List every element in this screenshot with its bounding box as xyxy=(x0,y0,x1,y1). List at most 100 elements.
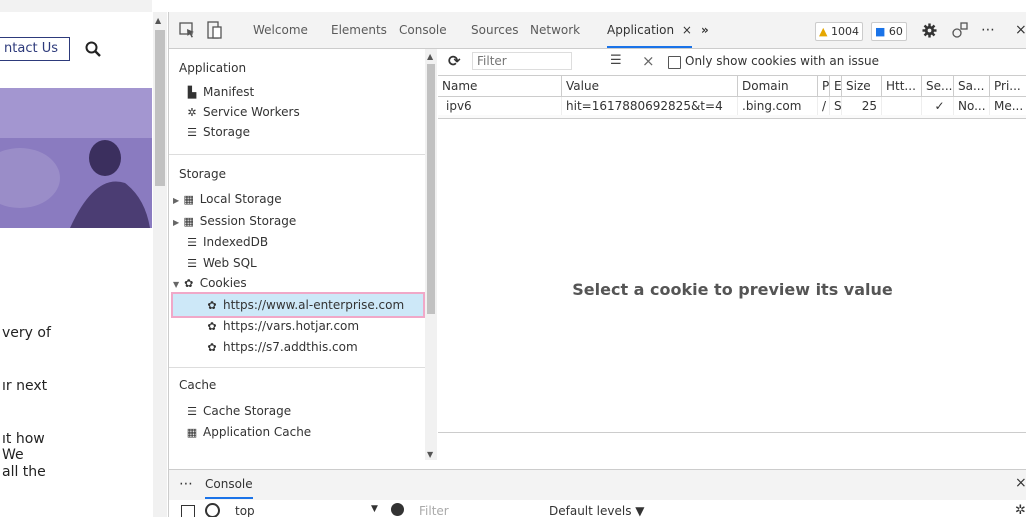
cookie-origin-addthis[interactable]: ✿ https://s7.addthis.com xyxy=(205,337,358,357)
sidebar-toggle-icon[interactable] xyxy=(181,505,195,517)
sidebar-item-label: https://s7.addthis.com xyxy=(223,340,358,354)
cookie-origin-hotjar[interactable]: ✿ https://vars.hotjar.com xyxy=(205,316,359,336)
warnings-count: 1004 xyxy=(830,25,859,38)
close-devtools-icon[interactable]: × xyxy=(1015,12,1026,48)
sidebar-scroll-up-icon[interactable]: ▲ xyxy=(427,52,433,61)
context-selector[interactable]: top xyxy=(235,504,255,517)
clear-filtered-cookies-icon[interactable]: ☰ xyxy=(610,53,622,68)
column-header-value[interactable]: Value xyxy=(562,76,738,96)
sidebar-item-application-cache[interactable]: ▦ Application Cache xyxy=(185,422,311,442)
database-icon: ☰ xyxy=(187,236,197,249)
cookies-toolbar: ⟳ ☰ × Only show cookies with an issue xyxy=(438,49,1026,76)
cookie-table-header: Name Value Domain P E. Size Htt... Se...… xyxy=(438,76,1026,97)
warning-icon: ▲ xyxy=(819,25,828,38)
column-header-path[interactable]: P xyxy=(818,76,830,96)
column-header-size[interactable]: Size xyxy=(842,76,882,96)
page-scrollbar-thumb[interactable] xyxy=(155,30,165,186)
cell-value: hit=1617880692825&t=4 xyxy=(562,97,738,115)
column-header-domain[interactable]: Domain xyxy=(738,76,818,96)
expand-arrow-icon[interactable]: ▶ xyxy=(173,196,182,205)
drawer-more-icon[interactable]: ⋯ xyxy=(179,476,193,492)
refresh-icon[interactable]: ⟳ xyxy=(448,52,461,70)
only-issues-checkbox[interactable] xyxy=(668,56,681,69)
sidebar-item-manifest[interactable]: ▙ Manifest xyxy=(185,82,254,102)
tab-sources[interactable]: Sources xyxy=(471,12,518,48)
page-text-line: ır next xyxy=(2,378,48,394)
more-options-icon[interactable]: ⋯ xyxy=(981,12,995,48)
device-toolbar-icon[interactable] xyxy=(207,21,223,39)
sidebar-item-label: https://www.al-enterprise.com xyxy=(223,298,405,312)
column-header-samesite[interactable]: Sa... xyxy=(954,76,990,96)
column-header-httponly[interactable]: Htt... xyxy=(882,76,922,96)
tab-network[interactable]: Network xyxy=(530,12,580,48)
messages-badge[interactable]: ■ 60 xyxy=(871,22,907,41)
log-levels-dropdown[interactable]: Default levels ▼ xyxy=(549,504,645,517)
gear-icon: ✲ xyxy=(187,106,197,119)
cookie-icon: ✿ xyxy=(207,341,217,354)
inspect-element-icon[interactable] xyxy=(179,22,196,38)
sidebar-item-storage[interactable]: ☰ Storage xyxy=(185,122,250,142)
sidebar-item-label: Service Workers xyxy=(203,105,300,119)
collapse-arrow-icon[interactable]: ▼ xyxy=(173,280,182,289)
cell-path: / xyxy=(818,97,830,115)
column-header-secure[interactable]: Se... xyxy=(922,76,954,96)
table-grid-icon: ▦ xyxy=(183,215,194,228)
contact-us-button[interactable]: ntact Us xyxy=(0,37,70,61)
tab-welcome[interactable]: Welcome xyxy=(253,12,308,48)
sidebar-item-indexeddb[interactable]: ☰ IndexedDB xyxy=(185,232,268,252)
sidebar-scrollbar-thumb[interactable] xyxy=(427,64,435,314)
sidebar-divider xyxy=(169,367,425,368)
cell-size: 25 xyxy=(842,97,882,115)
sidebar-item-label: Manifest xyxy=(203,85,255,99)
column-header-expires[interactable]: E. xyxy=(830,76,842,96)
sidebar-item-local-storage[interactable]: ▶ ▦ Local Storage xyxy=(173,189,282,209)
cell-expires: S. xyxy=(830,97,842,115)
devtools-tabbar: Welcome Elements Console Sources Network… xyxy=(169,12,1026,49)
context-dropdown-icon[interactable]: ▼ xyxy=(371,504,378,514)
table-row[interactable]: ipv6 hit=1617880692825&t=4 .bing.com / S… xyxy=(438,97,1026,115)
database-icon: ☰ xyxy=(187,126,197,139)
eye-icon[interactable] xyxy=(391,503,404,516)
sidebar-divider xyxy=(169,154,425,155)
sidebar-item-label: Web SQL xyxy=(203,256,257,270)
drawer-tab-console[interactable]: Console xyxy=(205,470,253,499)
expand-arrow-icon[interactable]: ▶ xyxy=(173,218,182,227)
sidebar-item-cookies[interactable]: ▼ ✿ Cookies xyxy=(173,273,247,293)
drawer-tabbar: ⋯ Console × xyxy=(169,469,1026,501)
cookie-icon: ✿ xyxy=(184,277,194,290)
cookie-origin-al-enterprise[interactable]: ✿ https://www.al-enterprise.com xyxy=(205,295,404,315)
sidebar-item-cache-storage[interactable]: ☰ Cache Storage xyxy=(185,401,291,421)
sidebar-item-label: https://vars.hotjar.com xyxy=(223,319,360,333)
clear-filter-icon[interactable]: × xyxy=(642,52,655,70)
message-icon: ■ xyxy=(875,25,886,38)
close-tab-icon[interactable]: × xyxy=(682,23,692,37)
console-toolbar: top ▼ Filter Default levels ▼ ✲ xyxy=(169,500,1026,517)
connections-icon[interactable] xyxy=(951,22,969,39)
settings-gear-icon[interactable] xyxy=(922,23,937,38)
cookie-filter-input[interactable] xyxy=(472,52,572,70)
devtools-panel: Welcome Elements Console Sources Network… xyxy=(168,12,1026,517)
console-filter-input[interactable]: Filter xyxy=(419,504,449,517)
cookie-icon: ✿ xyxy=(207,320,217,333)
tab-elements[interactable]: Elements xyxy=(331,12,387,48)
sidebar-item-session-storage[interactable]: ▶ ▦ Session Storage xyxy=(173,211,296,231)
close-drawer-icon[interactable]: × xyxy=(1015,475,1026,491)
clear-console-icon[interactable] xyxy=(205,503,220,517)
tab-console[interactable]: Console xyxy=(399,12,447,48)
search-icon[interactable] xyxy=(84,40,102,58)
table-grid-icon: ▦ xyxy=(183,193,194,206)
scroll-up-arrow-icon[interactable]: ▲ xyxy=(155,16,161,25)
sidebar-item-label: IndexedDB xyxy=(203,235,269,249)
sidebar-item-web-sql[interactable]: ☰ Web SQL xyxy=(185,253,257,273)
column-header-priority[interactable]: Pri... xyxy=(990,76,1026,96)
preview-divider xyxy=(438,432,1026,433)
column-header-name[interactable]: Name xyxy=(438,76,562,96)
warnings-badge[interactable]: ▲ 1004 xyxy=(815,22,863,41)
console-settings-gear-icon[interactable]: ✲ xyxy=(1015,503,1026,517)
cell-samesite: No... xyxy=(954,97,990,115)
sidebar-header-application: Application xyxy=(179,61,247,75)
more-tabs-icon[interactable]: » xyxy=(701,12,709,48)
tab-application[interactable]: Application × xyxy=(607,12,692,48)
sidebar-item-service-workers[interactable]: ✲ Service Workers xyxy=(185,102,300,122)
sidebar-scroll-down-icon[interactable]: ▼ xyxy=(427,450,433,459)
